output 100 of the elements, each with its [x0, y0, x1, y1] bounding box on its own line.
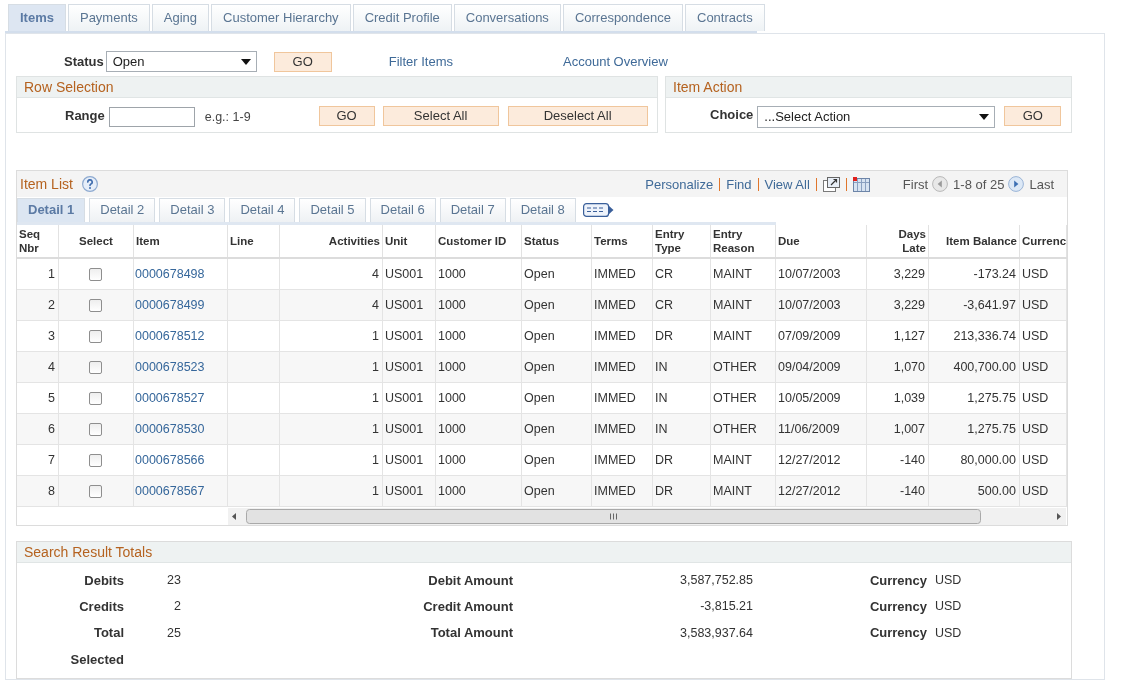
page-tab[interactable]: Credit Profile	[352, 4, 452, 31]
page-tab[interactable]: Aging	[151, 4, 210, 31]
table-cell: 5	[17, 383, 59, 413]
range-input[interactable]	[108, 107, 195, 127]
totals-value: 23	[167, 573, 181, 588]
totals-label: Total	[93, 625, 124, 641]
detail-tab[interactable]: Detail 5	[299, 198, 366, 222]
table-cell: Open	[522, 445, 592, 475]
item-link[interactable]: 0000678499	[135, 298, 205, 312]
item-link[interactable]: 0000678566	[135, 453, 205, 467]
row-checkbox[interactable]	[89, 298, 102, 312]
detail-tab[interactable]: Detail 2	[89, 198, 156, 222]
table-cell: OTHER	[711, 383, 776, 413]
action-dropdown[interactable]: ...Select Action	[757, 105, 996, 128]
row-checkbox[interactable]	[89, 422, 102, 436]
detail-tab[interactable]: Detail 4	[229, 198, 296, 222]
range-hint: e.g.: 1-9	[204, 110, 251, 124]
table-cell: Open	[522, 383, 592, 413]
table-cell: US001	[383, 383, 436, 413]
table-cell: 8	[17, 476, 59, 506]
item-link[interactable]: 0000678530	[135, 422, 205, 436]
detail-tab[interactable]: Detail 7	[439, 198, 506, 222]
item-link[interactable]: 0000678527	[135, 391, 205, 405]
row-checkbox[interactable]	[89, 329, 102, 343]
table-cell: DR	[653, 321, 711, 351]
item-link[interactable]: 0000678512	[135, 329, 205, 343]
row-checkbox[interactable]	[89, 484, 102, 498]
table-cell: IMMED	[592, 290, 653, 320]
row-checkbox[interactable]	[89, 360, 102, 374]
section-header: Search Result Totals	[17, 542, 1071, 563]
table-cell: CR	[653, 259, 711, 289]
table-cell: Open	[522, 290, 592, 320]
table-cell: Open	[522, 414, 592, 444]
page-tab[interactable]: Items	[8, 4, 66, 31]
totals-label: Currency	[869, 572, 927, 588]
table-cell: IMMED	[592, 383, 653, 413]
totals-value: -3,815.21	[700, 599, 753, 614]
totals-label: Total Amount	[430, 625, 513, 641]
column-header: Customer ID	[436, 225, 522, 257]
grid-link[interactable]: Personalize	[645, 176, 714, 192]
table-cell: 1000	[436, 383, 522, 413]
row-checkbox[interactable]	[89, 391, 102, 405]
grid-arrow-icon[interactable]	[582, 202, 614, 218]
row-checkbox[interactable]	[89, 267, 102, 281]
table-cell: 1	[280, 383, 383, 413]
table-cell: 1,007	[867, 414, 929, 444]
table-cell: 213,336.74	[929, 321, 1020, 351]
totals-label: Credits	[79, 598, 124, 614]
table-cell: 12/27/2012	[776, 445, 867, 475]
table-cell: 1,127	[867, 321, 929, 351]
status-dropdown[interactable]: Open	[105, 51, 257, 72]
detail-tab[interactable]: Detail 3	[159, 198, 226, 222]
column-header: Line	[228, 225, 280, 257]
first-link[interactable]: First	[902, 176, 929, 192]
table-cell: USD	[1020, 476, 1067, 506]
table-cell: CR	[653, 290, 711, 320]
table-cell: 1	[280, 445, 383, 475]
table-cell: USD	[1020, 352, 1067, 382]
table-cell: 1,275.75	[929, 414, 1020, 444]
table-cell: DR	[653, 476, 711, 506]
detail-tab[interactable]: Detail 6	[369, 198, 436, 222]
detail-tab[interactable]: Detail 8	[509, 198, 576, 222]
row-selection-button[interactable]: Select All	[382, 105, 499, 126]
new-window-icon[interactable]	[822, 176, 840, 192]
table-cell: USD	[1020, 445, 1067, 475]
table-cell: 07/09/2009	[776, 321, 867, 351]
item-link[interactable]: 0000678498	[135, 267, 205, 281]
table-cell: 4	[280, 290, 383, 320]
row-selection-button[interactable]: GO	[318, 105, 375, 126]
table-cell: 1,039	[867, 383, 929, 413]
item-link[interactable]: 0000678523	[135, 360, 205, 374]
row-selection-button[interactable]: Deselect All	[507, 105, 648, 126]
grid-link[interactable]: View All	[764, 176, 810, 192]
go-button[interactable]: GO	[273, 51, 332, 72]
horizontal-scrollbar[interactable]	[228, 507, 1066, 525]
page-tab[interactable]: Customer Hierarchy	[211, 4, 351, 31]
table-cell: 1000	[436, 445, 522, 475]
page-tab[interactable]: Correspondence	[562, 4, 683, 31]
last-link[interactable]: Last	[1029, 176, 1054, 192]
table-cell: 11/06/2009	[776, 414, 867, 444]
page-tab[interactable]: Conversations	[453, 4, 561, 31]
page-link[interactable]: Filter Items	[388, 54, 454, 69]
grid-link[interactable]: Find	[726, 176, 752, 192]
row-checkbox[interactable]	[89, 453, 102, 467]
go-button[interactable]: GO	[1004, 105, 1062, 126]
page-tab[interactable]: Contracts	[685, 4, 765, 31]
detail-tab[interactable]: Detail 1	[17, 198, 86, 222]
item-link[interactable]: 0000678567	[135, 484, 205, 498]
page-link[interactable]: Account Overview	[563, 54, 668, 69]
table-cell: 1,275.75	[929, 383, 1020, 413]
column-header: Item	[134, 225, 228, 257]
table-cell: 3,229	[867, 290, 929, 320]
totals-value: 25	[167, 625, 181, 640]
choice-label: Choice	[710, 106, 754, 122]
table-cell: 12/27/2012	[776, 476, 867, 506]
table-cell: 3	[17, 321, 59, 351]
help-icon[interactable]	[81, 176, 98, 192]
spreadsheet-icon[interactable]	[852, 176, 870, 192]
page-tab[interactable]: Payments	[67, 4, 150, 31]
table-cell: 1000	[436, 259, 522, 289]
